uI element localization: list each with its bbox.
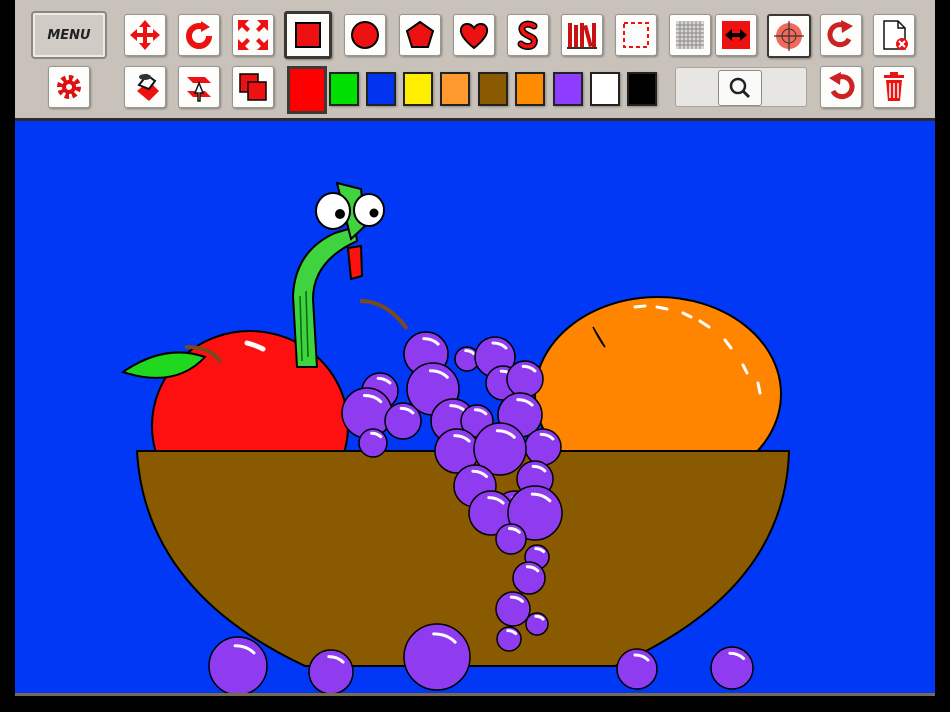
trash-icon	[884, 72, 904, 101]
zoom-control[interactable]	[675, 67, 807, 107]
circle-shape-icon	[351, 21, 379, 49]
layer-order-button[interactable]	[178, 66, 220, 108]
target-icon	[774, 21, 804, 51]
color-swatch[interactable]	[627, 72, 657, 106]
grid-toggle-button[interactable]	[669, 14, 711, 56]
toolbar: MENU	[15, 0, 935, 121]
trash-button[interactable]	[873, 66, 915, 108]
freehand-line-button[interactable]	[507, 14, 549, 56]
rotate-icon	[186, 21, 212, 49]
square-shape-icon	[295, 22, 321, 48]
redo-icon	[827, 20, 853, 48]
menu-button[interactable]: MENU	[33, 13, 105, 57]
color-swatch[interactable]	[515, 72, 545, 106]
flip-button[interactable]	[715, 14, 757, 56]
redo-button[interactable]	[820, 14, 862, 56]
select-area-button[interactable]	[615, 14, 657, 56]
new-page-icon	[883, 20, 908, 50]
layer-order-icon	[187, 77, 211, 102]
freehand-line-icon	[517, 20, 538, 50]
color-swatch[interactable]	[478, 72, 508, 106]
drawing-canvas[interactable]	[15, 121, 935, 695]
green-worm[interactable]	[291, 181, 385, 368]
heart-shape-icon	[459, 23, 489, 50]
flip-icon	[722, 21, 750, 49]
duplicate-button[interactable]	[232, 66, 274, 108]
new-page-button[interactable]	[873, 14, 915, 56]
color-swatch[interactable]	[553, 72, 583, 106]
pentagon-shape-button[interactable]	[399, 14, 441, 56]
zoom-handle[interactable]	[718, 70, 762, 106]
resize-tool-button[interactable]	[232, 14, 274, 56]
square-shape-button[interactable]	[284, 11, 332, 59]
fill-bucket-icon	[137, 73, 159, 101]
zoom-icon	[729, 77, 751, 99]
settings-button[interactable]	[48, 66, 90, 108]
select-area-icon	[623, 22, 649, 48]
canvas-floor-line	[15, 693, 935, 696]
duplicate-icon	[239, 73, 267, 101]
heart-shape-button[interactable]	[453, 14, 495, 56]
undo-icon	[829, 72, 855, 100]
color-swatch[interactable]	[329, 72, 359, 106]
target-button[interactable]	[767, 14, 811, 58]
move-tool-button[interactable]	[124, 14, 166, 56]
undo-button[interactable]	[820, 66, 862, 108]
rotate-tool-button[interactable]	[178, 14, 220, 56]
resize-icon	[238, 20, 268, 50]
pentagon-shape-icon	[405, 20, 435, 48]
settings-gear-icon	[57, 75, 81, 99]
color-swatch[interactable]	[440, 72, 470, 106]
circle-shape-button[interactable]	[344, 14, 386, 56]
stamps-library-button[interactable]	[561, 14, 603, 56]
color-swatch[interactable]	[366, 72, 396, 106]
color-swatch[interactable]	[403, 72, 433, 106]
active-color-swatch[interactable]	[287, 66, 327, 114]
color-swatch[interactable]	[590, 72, 620, 106]
move-icon	[130, 20, 160, 50]
fill-bucket-button[interactable]	[124, 66, 166, 108]
grid-icon	[676, 21, 704, 49]
stamps-library-icon	[567, 23, 597, 49]
